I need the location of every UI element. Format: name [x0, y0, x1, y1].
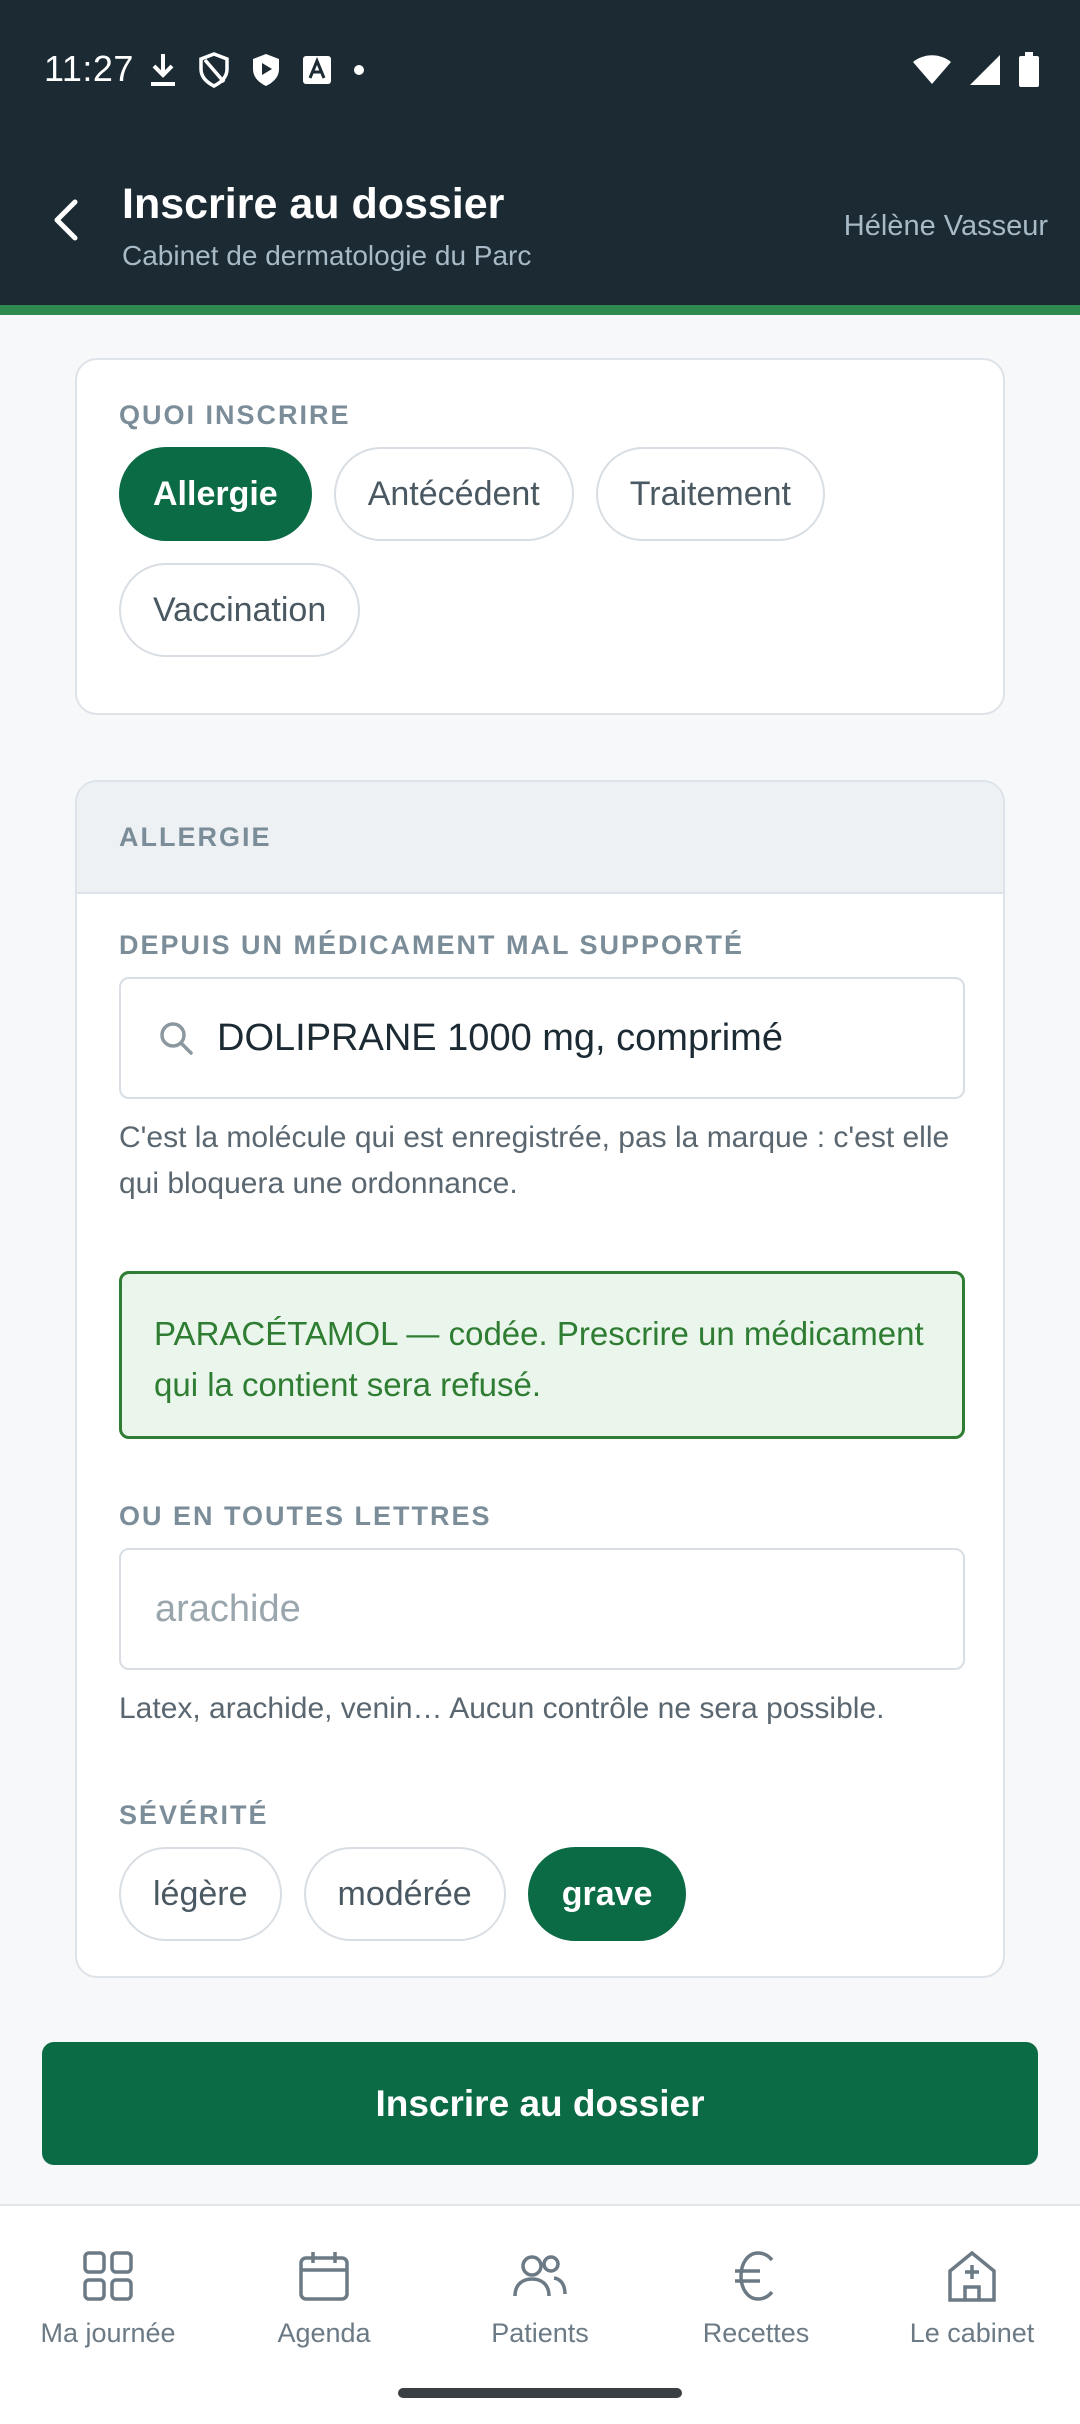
drug-search-value: DOLIPRANE 1000 mg, comprimé [217, 1016, 783, 1059]
nav-item-le-cabinet[interactable]: Le cabinet [864, 2246, 1080, 2376]
shield-play-icon [250, 52, 282, 88]
wifi-icon [912, 54, 952, 86]
app-root: 11:27 Inscrire au dossier Cabinet de der… [0, 0, 1080, 2424]
nav-item-ma-journee[interactable]: Ma journée [0, 2246, 216, 2376]
clinic-icon [946, 2246, 998, 2306]
calendar-icon [298, 2246, 350, 2306]
back-button[interactable] [36, 192, 96, 252]
severity-chip-moderee[interactable]: modérée [303, 1847, 506, 1941]
allergy-card-title: ALLERGIE [119, 821, 272, 852]
shield-outline-icon [198, 52, 230, 88]
record-type-chips: Allergie Antécédent Traitement Vaccinati… [119, 447, 961, 657]
severity-label: SÉVÉRITÉ [119, 1800, 269, 1830]
euro-icon [732, 2246, 780, 2306]
free-text-label: OU EN TOUTES LETTRES [119, 1501, 492, 1531]
record-type-label: QUOI INSCRIRE [119, 400, 351, 430]
user-name[interactable]: Hélène Vasseur [844, 210, 1048, 243]
nav-item-recettes[interactable]: Recettes [648, 2246, 864, 2376]
severity-chip-grave[interactable]: grave [527, 1847, 687, 1941]
status-icons-left [148, 50, 366, 90]
severity-chips: légère modérée grave [119, 1847, 961, 1941]
nav-item-patients[interactable]: Patients [432, 2246, 648, 2376]
status-time: 11:27 [44, 48, 134, 89]
nav-label: Agenda [277, 2318, 371, 2348]
header-accent-stripe [0, 305, 1080, 315]
battery-icon [1018, 52, 1040, 88]
nav-item-agenda[interactable]: Agenda [216, 2246, 432, 2376]
drug-help-text: C'est la molécule qui est enregistrée, p… [119, 1121, 950, 1200]
drug-field-label: DEPUIS UN MÉDICAMENT MAL SUPPORTÉ [119, 930, 745, 960]
chip-vaccination[interactable]: Vaccination [119, 563, 361, 657]
search-icon [157, 1019, 195, 1057]
status-icons-right [912, 50, 1040, 90]
drug-search-input[interactable]: DOLIPRANE 1000 mg, comprimé [119, 977, 965, 1099]
chip-allergie[interactable]: Allergie [119, 447, 312, 541]
signal-icon [968, 53, 1002, 87]
chevron-left-icon [51, 198, 81, 247]
home-indicator[interactable] [398, 2388, 682, 2398]
people-icon [512, 2246, 568, 2306]
submit-button[interactable]: Inscrire au dossier [42, 2042, 1038, 2165]
coded-molecule-notice: PARACÉTAMOL — codée. Prescrire un médica… [119, 1271, 965, 1439]
app-header: 11:27 Inscrire au dossier Cabinet de der… [0, 0, 1080, 305]
nav-label: Recettes [702, 2318, 810, 2348]
free-text-placeholder: arachide [155, 1587, 301, 1630]
free-text-help: Latex, arachide, venin… Aucun contrôle n… [119, 1692, 885, 1725]
status-bar: 11:27 [0, 0, 1080, 140]
page-subtitle: Cabinet de dermatologie du Parc [122, 240, 532, 271]
allergy-card-body: DEPUIS UN MÉDICAMENT MAL SUPPORTÉ DOLIPR… [77, 894, 1003, 1941]
severity-chip-legere[interactable]: légère [119, 1847, 282, 1941]
allergy-card: ALLERGIE DEPUIS UN MÉDICAMENT MAL SUPPOR… [75, 780, 1005, 1978]
nav-label: Ma journée [40, 2318, 176, 2348]
text-a-icon [302, 55, 332, 85]
page-title: Inscrire au dossier [122, 180, 505, 228]
chip-traitement[interactable]: Traitement [595, 447, 825, 541]
dot-icon [352, 63, 366, 77]
record-type-card: QUOI INSCRIRE Allergie Antécédent Traite… [75, 358, 1005, 715]
allergy-card-header: ALLERGIE [77, 782, 1003, 894]
nav-label: Patients [491, 2318, 589, 2348]
nav-label: Le cabinet [909, 2318, 1035, 2348]
download-icon [148, 52, 178, 88]
chip-antecedent[interactable]: Antécédent [333, 447, 574, 541]
grid-icon [82, 2246, 134, 2306]
free-text-input[interactable]: arachide [119, 1548, 965, 1670]
